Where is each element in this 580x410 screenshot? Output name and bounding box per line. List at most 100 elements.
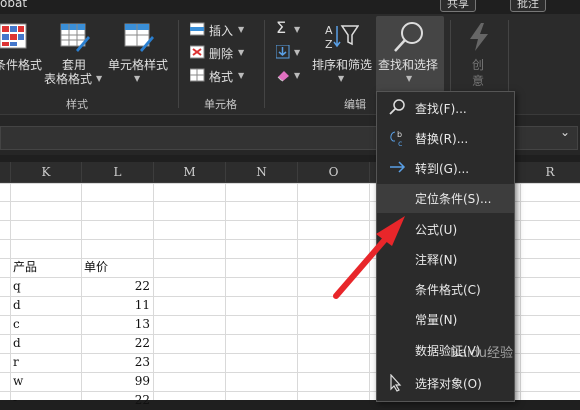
- menu-item-label: 替换(R)...: [415, 132, 469, 146]
- grid-line: [369, 183, 370, 400]
- grid-line: [81, 183, 82, 400]
- price-cell[interactable]: 99: [92, 372, 150, 391]
- product-cell[interactable]: q: [13, 277, 21, 296]
- menu-item-goto[interactable]: 转到(G)...: [377, 154, 514, 183]
- search-icon: [389, 99, 405, 115]
- cursor-icon: [390, 374, 402, 392]
- format-label: 格式: [209, 70, 234, 84]
- cell-styles-label: 单元格样式: [108, 58, 169, 72]
- delete-label: 删除: [209, 47, 234, 61]
- window-title: obat: [0, 0, 28, 10]
- menu-item-label: 定位条件(S)...: [415, 192, 492, 206]
- grid-line: [10, 183, 11, 400]
- watermark-text: Baidu经验: [450, 346, 513, 361]
- price-cell[interactable]: 23: [92, 353, 150, 372]
- cells-group-label: 单元格: [204, 98, 237, 111]
- menu-item-notes[interactable]: 注释(N): [377, 245, 514, 274]
- edit-group-label: 编辑: [344, 98, 366, 111]
- chevron-down-icon: ▼: [294, 71, 301, 80]
- svg-text:c: c: [398, 139, 402, 147]
- title-bar: obat 共享 批注: [0, 0, 580, 14]
- menu-item-formulas[interactable]: 公式(U): [377, 215, 514, 244]
- styles-group-label: 样式: [66, 98, 88, 111]
- chevron-down-icon: ▼: [294, 48, 301, 57]
- menu-item-label: 查找(F)...: [415, 102, 467, 116]
- chevron-down-icon: ▼: [238, 48, 245, 57]
- product-cell[interactable]: r: [13, 353, 19, 372]
- divider: [178, 20, 179, 108]
- menu-item-goto-special[interactable]: 定位条件(S)...: [377, 184, 514, 213]
- conditional-format-label: 条件格式: [0, 58, 43, 72]
- insert-icon: [190, 22, 205, 36]
- column-header[interactable]: N: [226, 162, 298, 182]
- price-cell[interactable]: 22: [92, 391, 150, 410]
- menu-item-label: 注释(N): [415, 253, 458, 267]
- chevron-down-icon: ▼: [96, 74, 103, 83]
- product-cell[interactable]: -: [13, 391, 17, 410]
- divider: [264, 20, 265, 108]
- product-cell[interactable]: c: [13, 315, 20, 334]
- menu-item-conditional-format[interactable]: 条件格式(C): [377, 275, 514, 304]
- grid-line: [297, 183, 298, 400]
- column-header[interactable]: R: [520, 162, 580, 182]
- menu-item-label: 公式(U): [415, 223, 458, 237]
- column-header[interactable]: M: [154, 162, 226, 182]
- expand-chevron-icon[interactable]: ⌄: [560, 125, 570, 139]
- product-cell[interactable]: d: [13, 296, 21, 315]
- chevron-down-icon: ▼: [134, 74, 141, 83]
- svg-text:b: b: [397, 130, 402, 139]
- grid-line: [520, 183, 521, 400]
- column-header[interactable]: O: [298, 162, 370, 182]
- column-header-edge[interactable]: [0, 162, 11, 182]
- conditional-format-icon: [0, 23, 27, 49]
- sort-filter-icon: A Z: [325, 24, 359, 51]
- share-button[interactable]: 共享: [440, 0, 476, 12]
- insert-label: 插入: [209, 24, 234, 38]
- menu-item-constants[interactable]: 常量(N): [377, 305, 514, 334]
- column-header[interactable]: K: [11, 162, 82, 182]
- header-cell-price[interactable]: 单价: [84, 258, 108, 277]
- chevron-down-icon: ▼: [238, 71, 245, 80]
- menu-item-label: 选择对象(O): [415, 377, 482, 391]
- svg-text:Z: Z: [325, 38, 333, 51]
- price-cell[interactable]: 22: [92, 277, 150, 296]
- header-cell-product[interactable]: 产品: [13, 258, 37, 277]
- table-format-label-2: 表格格式: [44, 72, 93, 86]
- lightning-icon: [470, 23, 488, 51]
- arrow-right-icon: [390, 161, 406, 173]
- menu-item-find[interactable]: 查找(F)...: [377, 94, 514, 123]
- price-cell[interactable]: 13: [92, 315, 150, 334]
- chevron-down-icon: ▼: [238, 25, 245, 34]
- create-label-top: 创: [472, 58, 485, 72]
- create-label-bottom: 意: [472, 74, 485, 88]
- sort-filter-label: 排序和筛选: [312, 58, 373, 72]
- grid-line: [225, 183, 226, 400]
- share-label: 共享: [447, 0, 469, 10]
- eraser-icon: [277, 71, 289, 82]
- menu-item-label: 常量(N): [415, 313, 458, 327]
- column-header[interactable]: L: [82, 162, 154, 182]
- price-cell[interactable]: 22: [92, 334, 150, 353]
- replace-icon: b c: [390, 130, 402, 147]
- find-select-button[interactable]: 查找和选择 ▼: [376, 16, 444, 92]
- menu-item-replace[interactable]: b c 替换(R)...: [377, 124, 514, 153]
- menu-item-select-objects[interactable]: 选择对象(O): [377, 369, 514, 398]
- svg-text:A: A: [325, 24, 333, 37]
- comments-label: 批注: [517, 0, 539, 10]
- find-select-label: 查找和选择: [378, 58, 439, 72]
- chevron-down-icon: ▼: [338, 74, 345, 83]
- chevron-down-icon: ▼: [406, 74, 413, 83]
- delete-icon: [190, 45, 205, 59]
- fill-down-icon: [276, 45, 290, 59]
- grid-line: [153, 183, 154, 400]
- product-cell[interactable]: w: [13, 372, 23, 391]
- product-cell[interactable]: d: [13, 334, 21, 353]
- price-cell[interactable]: 11: [92, 296, 150, 315]
- search-icon: [394, 22, 423, 52]
- format-icon: [190, 68, 205, 82]
- cell-styles-icon: [124, 23, 154, 52]
- comments-button[interactable]: 批注: [510, 0, 546, 12]
- menu-item-label: 条件格式(C): [415, 283, 481, 297]
- table-format-icon: [60, 23, 90, 52]
- sigma-icon: Σ: [276, 18, 287, 37]
